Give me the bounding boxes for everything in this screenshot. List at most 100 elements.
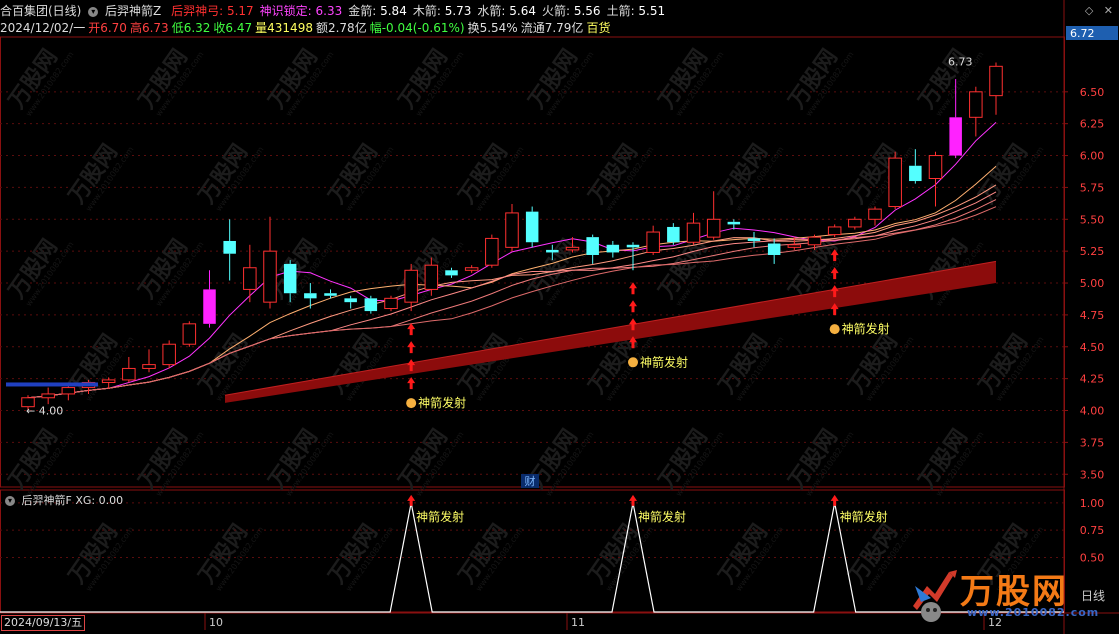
- header-row-2: 2024/12/02/一 开6.70 高6.73 低6.32 收6.47 量431498 额…: [0, 19, 613, 36]
- candle[interactable]: [848, 216, 862, 230]
- dropdown-icon[interactable]: ▾: [5, 496, 15, 506]
- watermark-tile: 万股网www.2010082.com: [974, 140, 1046, 213]
- candle[interactable]: [162, 340, 176, 369]
- header-label: 水箭:: [477, 4, 510, 18]
- candle[interactable]: [868, 206, 882, 226]
- candle-body: [203, 289, 216, 324]
- candle[interactable]: [223, 219, 236, 281]
- candle[interactable]: [263, 216, 277, 309]
- candle[interactable]: [243, 244, 257, 303]
- diamond-icon[interactable]: ◇: [1085, 4, 1093, 17]
- watermark-tile: 万股网www.2010082.com: [264, 45, 336, 118]
- quote-field: 流通7.79亿: [520, 21, 584, 35]
- candle[interactable]: [747, 232, 761, 248]
- candle-body: [848, 218, 862, 228]
- candle-body: [565, 246, 580, 251]
- watermark-tile: 万股网www.2010082.com: [324, 330, 396, 403]
- candle[interactable]: [464, 265, 479, 273]
- quote-field: 额2.78亿: [315, 21, 367, 35]
- window-controls[interactable]: ◇ ✕: [1085, 4, 1113, 17]
- candle[interactable]: [525, 206, 539, 248]
- candle[interactable]: [727, 219, 741, 230]
- candle-body: [827, 226, 842, 236]
- pointer-hand-icon: [829, 324, 840, 335]
- watermark-tile: 万股网www.2010082.com: [134, 235, 206, 308]
- candle[interactable]: [344, 295, 357, 309]
- candle[interactable]: [586, 234, 599, 264]
- candle-body: [384, 297, 398, 310]
- candle-body: [747, 238, 761, 241]
- candle[interactable]: [969, 86, 983, 137]
- candle[interactable]: [646, 225, 660, 255]
- candle-body: [304, 293, 317, 299]
- watermark-tile: 万股网www.2010082.com: [134, 45, 206, 118]
- signal-arrow: [629, 300, 637, 313]
- lower-signal-label: 神箭发射: [840, 509, 888, 524]
- candle-body: [142, 364, 156, 369]
- watermark-tile: 万股网www.2010082.com: [584, 140, 656, 213]
- watermark-tile: 万股网www.2010082.com: [974, 330, 1046, 403]
- candle-body: [162, 343, 176, 366]
- candle[interactable]: [928, 151, 943, 207]
- candle[interactable]: [706, 191, 721, 240]
- signal-peak-arrow: [629, 494, 637, 506]
- candle-body: [344, 298, 357, 303]
- header-value: 5.17: [226, 4, 254, 18]
- logo-url: www.2010082.com: [967, 606, 1100, 619]
- candle[interactable]: [505, 203, 519, 252]
- candle[interactable]: [606, 240, 620, 258]
- candle[interactable]: [182, 321, 197, 347]
- indicator-name[interactable]: 后羿神箭Z: [105, 4, 161, 18]
- chart-canvas: 10 11 12 万股网www.2010082.com 万股网www.2010082.…: [0, 0, 1119, 634]
- month-label: 11: [571, 616, 585, 629]
- candle[interactable]: [384, 295, 398, 312]
- close-icon[interactable]: ✕: [1104, 4, 1113, 17]
- candle-body: [525, 211, 539, 243]
- finance-marker: 财: [525, 474, 536, 488]
- candle[interactable]: [626, 242, 640, 271]
- start-marker-bar: [6, 382, 98, 387]
- lower-panel-title: ▾ 后羿神箭F XG: 0.00: [2, 492, 123, 508]
- dropdown-icon[interactable]: ▾: [88, 6, 99, 17]
- watermark-tile: 万股网www.2010082.com: [714, 520, 786, 593]
- watermark-tile: 万股网www.2010082.com: [454, 520, 526, 593]
- candle[interactable]: [767, 238, 781, 264]
- candle[interactable]: [41, 387, 55, 405]
- quote-field: 2024/12/02/一: [0, 21, 86, 35]
- candle[interactable]: [364, 295, 378, 314]
- candle-body: [445, 270, 458, 276]
- candle-body: [182, 323, 197, 345]
- watermark-tile: 万股网www.2010082.com: [194, 520, 266, 593]
- site-logo: 万股网 www.2010082.com: [905, 562, 1098, 632]
- candle[interactable]: [667, 223, 680, 245]
- candle[interactable]: [989, 62, 1003, 115]
- y-tick-label: 5.50: [1080, 213, 1105, 226]
- header-value: 5.84: [380, 4, 407, 18]
- header-value: 5.64: [509, 4, 536, 18]
- price-tag-label: 6.72: [1070, 27, 1095, 40]
- candle[interactable]: [203, 270, 216, 328]
- candle[interactable]: [122, 356, 136, 383]
- watermark-tile: 万股网www.2010082.com: [4, 425, 76, 498]
- period-label[interactable]: 日线: [1081, 587, 1105, 604]
- candle[interactable]: [142, 349, 156, 373]
- stock-name[interactable]: 合百集团(日线): [0, 4, 81, 18]
- candle[interactable]: [485, 234, 499, 268]
- header-value: 5.51: [638, 4, 666, 18]
- candle-body: [586, 237, 599, 255]
- header-label: 后羿神弓:: [171, 4, 227, 18]
- candle-body: [606, 244, 620, 253]
- lower-signal-label: 神箭发射: [416, 509, 464, 524]
- candle[interactable]: [61, 385, 76, 401]
- signal-arrow: [629, 282, 637, 295]
- candle[interactable]: [888, 151, 902, 210]
- quote-field: 量431498: [255, 21, 313, 35]
- signal-label: 神箭发射: [842, 321, 890, 336]
- candle[interactable]: [686, 212, 701, 245]
- candle-body: [686, 222, 701, 243]
- y-tick-label: 6.00: [1080, 150, 1105, 163]
- candle-body: [263, 250, 277, 303]
- candle-body: [928, 155, 943, 180]
- watermark-tile: 万股网www.2010082.com: [64, 140, 136, 213]
- watermark-tile: 万股网www.2010082.com: [784, 45, 856, 118]
